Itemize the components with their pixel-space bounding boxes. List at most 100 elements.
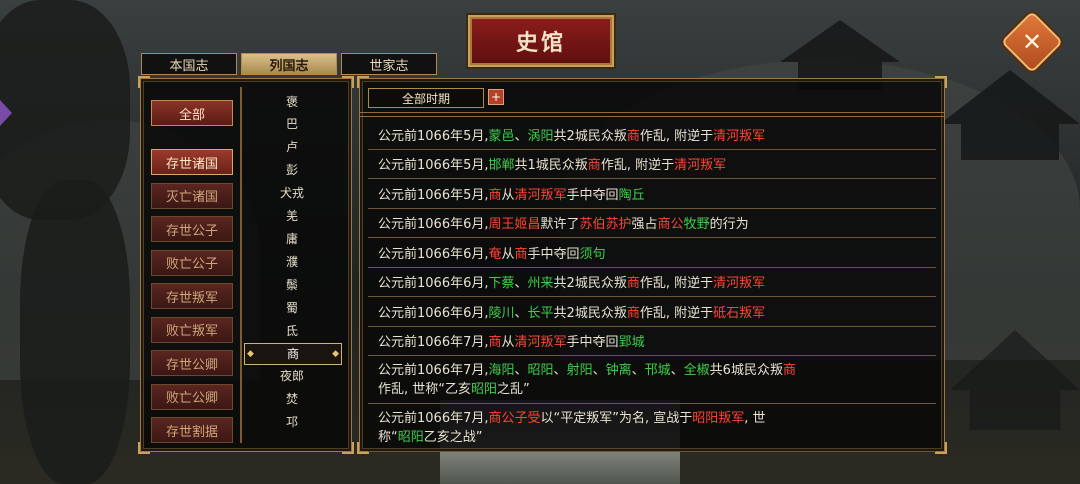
faction-name: 商 xyxy=(626,128,640,144)
entry-text: 公元前1066年7月, xyxy=(378,335,489,351)
place-name: 射阳 xyxy=(566,362,593,378)
panel-corner xyxy=(357,76,369,88)
history-log-panel: 全部时期 + 公元前1066年5月,蒙邑、涡阳共2城民众叛商作乱, 附逆于清河叛… xyxy=(357,76,947,454)
entry-text: 的行为 xyxy=(709,217,749,233)
faction-name: 周王姬昌 xyxy=(488,217,541,233)
panel-corner xyxy=(935,442,947,454)
entry-text: 、 xyxy=(514,362,528,378)
nation-list-item[interactable]: 巴 xyxy=(244,114,340,134)
tab-family-annals[interactable]: 世家志 xyxy=(341,53,437,75)
nation-list-item[interactable]: 邛 xyxy=(244,412,340,432)
nation-list-item[interactable]: 濮 xyxy=(244,251,340,271)
entry-text: 作乱, 附逆于 xyxy=(600,158,675,174)
page-title: 史馆 xyxy=(515,31,566,56)
nation-list-item[interactable]: 鬃 xyxy=(244,274,340,294)
entry-text: 从 xyxy=(501,335,515,351)
entry-text: 公元前1066年7月, xyxy=(378,410,489,426)
entry-text: 作乱, 附逆于 xyxy=(639,276,714,292)
nation-list-item[interactable]: 褒 xyxy=(244,91,340,111)
history-entry-line: 作乱, 世称“乙亥昭阳之乱” xyxy=(378,380,530,399)
tab-national-annals[interactable]: 本国志 xyxy=(141,53,237,75)
faction-name: 商公 xyxy=(657,217,684,233)
panel-corner xyxy=(138,442,150,454)
period-add-button[interactable]: + xyxy=(488,89,504,105)
category-button[interactable]: 存世公子 xyxy=(151,216,233,242)
entry-text: 、 xyxy=(631,362,645,378)
entry-text: 、 xyxy=(514,276,528,292)
history-entry-line: 公元前1066年6月,陵川、长平共2城民众叛商作乱, 附逆于砥石叛军 xyxy=(378,302,765,321)
place-name: 昭阳 xyxy=(527,362,554,378)
entry-text: 作乱, 附逆于 xyxy=(639,128,714,144)
tab-nations-annals[interactable]: 列国志 xyxy=(241,53,337,75)
faction-name: 清河叛军 xyxy=(713,128,766,144)
nation-list-item[interactable]: 犬戎 xyxy=(244,183,340,203)
history-entry: 公元前1066年5月,邯郸共1城民众叛商作乱, 附逆于清河叛军 xyxy=(368,150,936,179)
nation-list-item[interactable]: 卢 xyxy=(244,137,340,157)
period-filter-select[interactable]: 全部时期 xyxy=(368,88,484,108)
place-name: 昭阳 xyxy=(397,429,424,445)
history-entry-line: 公元前1066年5月,蒙邑、涡阳共2城民众叛商作乱, 附逆于清河叛军 xyxy=(378,125,765,144)
place-name: 牧野 xyxy=(683,217,710,233)
category-button[interactable]: 败亡公子 xyxy=(151,249,233,276)
entry-text: 共2城民众叛 xyxy=(553,128,627,144)
entry-text: 公元前1066年6月, xyxy=(378,217,489,233)
entry-text: 共2城民众叛 xyxy=(553,305,627,321)
nation-list-item[interactable]: 夜郎 xyxy=(244,366,340,386)
place-name: 全椒 xyxy=(683,362,710,378)
place-name: 邗城 xyxy=(644,362,671,378)
history-entry: 公元前1066年6月,奄从商手中夺回须句 xyxy=(368,238,936,268)
entry-text: 手中夺回 xyxy=(527,246,580,262)
place-name: 郢城 xyxy=(618,335,645,351)
entry-text: 默许了 xyxy=(540,217,580,233)
faction-name: 商 xyxy=(488,335,502,351)
category-button[interactable]: 存世叛军 xyxy=(151,283,233,309)
history-entry: 公元前1066年5月,商从清河叛军手中夺回陶丘 xyxy=(368,179,936,209)
panel-corner xyxy=(342,76,354,88)
entry-text: 公元前1066年6月, xyxy=(378,246,489,262)
category-button[interactable]: 灭亡诸国 xyxy=(151,182,233,209)
category-button[interactable]: 败亡公卿 xyxy=(151,383,233,410)
place-name: 下蔡 xyxy=(488,276,515,292)
faction-name: 苏伯苏护 xyxy=(579,217,632,233)
nation-list-item[interactable]: 蜀 xyxy=(244,297,340,317)
place-name: 蒙邑 xyxy=(488,128,515,144)
entry-text: 作乱, 附逆于 xyxy=(639,305,714,321)
place-name: 邯郸 xyxy=(488,158,515,174)
nation-list-item[interactable]: 氐 xyxy=(244,320,340,340)
nation-list-item[interactable]: 商 xyxy=(244,342,342,365)
entry-text: 手中夺回 xyxy=(566,335,619,351)
history-entry-line: 公元前1066年5月,邯郸共1城民众叛商作乱, 附逆于清河叛军 xyxy=(378,154,726,173)
faction-name: 清河叛军 xyxy=(514,187,567,203)
history-entry: 公元前1066年7月,海阳、昭阳、射阳、钟离、邗城、全椒共6城民众叛商 作乱, 世… xyxy=(368,356,936,404)
entry-text: 强占 xyxy=(631,217,658,233)
panel-corner xyxy=(342,442,354,454)
place-name: 海阳 xyxy=(488,362,515,378)
history-entry: 公元前1066年7月,商公子受以“平定叛军”为名, 宣战于昭阳叛军, 世称“昭阳… xyxy=(368,404,936,452)
category-button[interactable]: 存世公卿 xyxy=(151,350,233,376)
entry-text: 之乱” xyxy=(497,381,530,397)
place-name: 钟离 xyxy=(605,362,632,378)
faction-name: 砥石叛军 xyxy=(713,305,766,321)
nation-list-item[interactable]: 焚 xyxy=(244,389,340,409)
category-button[interactable]: 存世诸国 xyxy=(151,149,233,175)
faction-name: 清河叛军 xyxy=(674,158,727,174)
faction-name: 清河叛军 xyxy=(514,335,567,351)
entry-text: 公元前1066年5月, xyxy=(378,158,489,174)
place-name: 陶丘 xyxy=(618,187,645,203)
category-button[interactable]: 败亡叛军 xyxy=(151,316,233,343)
nation-list-item[interactable]: 庸 xyxy=(244,228,340,248)
filter-all-button[interactable]: 全部 xyxy=(151,100,233,126)
entry-text: 公元前1066年7月, xyxy=(378,362,489,378)
panel-corner xyxy=(138,76,150,88)
close-button[interactable]: ✕ xyxy=(1000,10,1064,74)
nation-list-item[interactable]: 彭 xyxy=(244,160,340,180)
category-button[interactable]: 存世割据 xyxy=(151,417,233,443)
entry-text: , 世 xyxy=(744,410,766,426)
history-entry-line: 公元前1066年5月,商从清河叛军手中夺回陶丘 xyxy=(378,184,645,203)
close-icon: ✕ xyxy=(1021,28,1043,56)
place-name: 长平 xyxy=(527,305,554,321)
nation-list-item[interactable]: 羌 xyxy=(244,206,340,226)
history-entry: 公元前1066年6月,陵川、长平共2城民众叛商作乱, 附逆于砥石叛军 xyxy=(368,297,936,327)
entry-text: 公元前1066年6月, xyxy=(378,276,489,292)
entry-text: 以“平定叛军”为名, 宣战于 xyxy=(540,410,693,426)
